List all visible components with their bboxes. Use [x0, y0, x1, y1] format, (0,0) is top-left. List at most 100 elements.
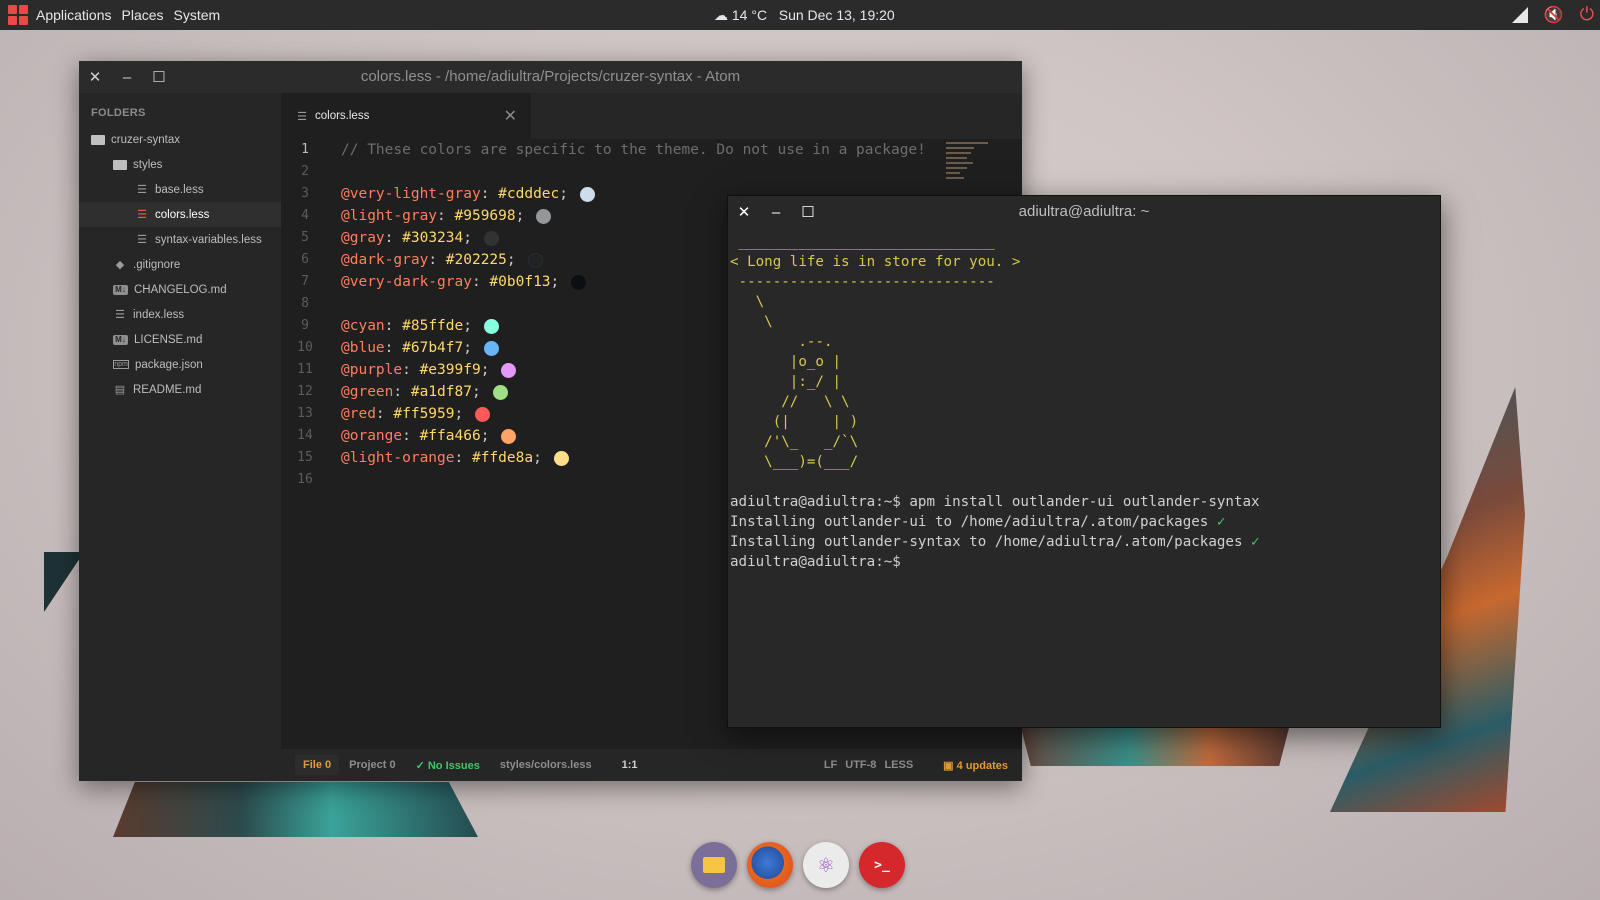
terminal-icon[interactable]: >_: [859, 842, 905, 888]
tree-item-file[interactable]: ☰ base.less: [79, 177, 281, 202]
apps-grid-icon[interactable]: [8, 5, 28, 25]
status-line-ending[interactable]: LF: [814, 759, 841, 771]
menu-places[interactable]: Places: [122, 7, 164, 23]
code-text: @very-dark-gray: #0b0f13;: [329, 271, 587, 293]
line-number: 11: [297, 362, 313, 377]
folder-icon: [91, 134, 105, 145]
status-updates[interactable]: ▣ 4 updates: [943, 759, 1008, 772]
tree-header: FOLDERS: [91, 107, 146, 119]
tree-item-file[interactable]: ☰ colors.less: [79, 202, 281, 227]
minimize-icon[interactable]: –: [111, 69, 143, 86]
line-number: 9: [301, 318, 309, 333]
tree-item-label: README.md: [133, 383, 202, 396]
color-swatch: [483, 340, 499, 356]
status-bar: File 0 Project 0 ✓ No Issues styles/colo…: [281, 749, 1022, 781]
tree-item-label: syntax-variables.less: [155, 233, 262, 246]
power-icon[interactable]: ⏻: [1580, 4, 1594, 25]
updates-label: 4 updates: [956, 759, 1008, 772]
status-linter[interactable]: ✓ No Issues: [406, 759, 490, 772]
tree-item-label: CHANGELOG.md: [134, 283, 227, 296]
line-number: 7: [301, 274, 309, 289]
line-number: 16: [297, 472, 313, 487]
atom-icon[interactable]: ⚛: [803, 842, 849, 888]
wallpaper-shape: [113, 782, 478, 837]
tree-item-file[interactable]: ◆ .gitignore: [79, 252, 281, 277]
weather-temp: 14 °C: [731, 7, 768, 23]
window-title: colors.less - /home/adiultra/Projects/cr…: [360, 68, 741, 85]
line-number: 8: [301, 296, 309, 311]
tree-item-file[interactable]: M↓ CHANGELOG.md: [79, 277, 281, 302]
color-swatch: [571, 274, 587, 290]
code-text: @light-gray: #959698;: [329, 205, 552, 227]
tree-item-folder[interactable]: cruzer-syntax: [79, 127, 281, 152]
datetime: Sun Dec 13, 19:20: [778, 7, 895, 23]
output-line: Installing outlander-ui to /home/adiultr…: [730, 514, 1217, 530]
line-number: 6: [301, 252, 309, 267]
status-cursor[interactable]: 1:1: [612, 759, 648, 771]
status-path[interactable]: styles/colors.less: [490, 759, 602, 771]
code-line: 2: [281, 161, 1022, 183]
maximize-icon[interactable]: ☐: [143, 68, 175, 86]
code-text: @dark-gray: #202225;: [329, 249, 543, 271]
code-line: 1 // These colors are specific to the the…: [281, 139, 1022, 161]
clock[interactable]: ☁ 14 °C Sun Dec 13, 19:20: [714, 7, 895, 24]
check-icon: ✓: [1251, 534, 1260, 550]
color-swatch: [501, 362, 517, 378]
line-number: 5: [301, 230, 309, 245]
code-text: @purple: #e399f9;: [329, 359, 517, 381]
dock: ⚛ >_: [691, 842, 905, 888]
weather-icon: ☁: [714, 7, 728, 23]
tree-view: FOLDERS cruzer-syntax styles ☰ base.less…: [79, 93, 281, 781]
minimap[interactable]: [946, 139, 1016, 189]
menu-system[interactable]: System: [174, 7, 221, 23]
volume-muted-icon[interactable]: 🔇: [1544, 5, 1564, 25]
tree-item-file[interactable]: ☰ syntax-variables.less: [79, 227, 281, 252]
color-swatch: [492, 384, 508, 400]
tree-item-file[interactable]: ☰ index.less: [79, 302, 281, 327]
close-icon[interactable]: ✕: [79, 68, 111, 86]
code-text: @gray: #303234;: [329, 227, 499, 249]
color-swatch: [580, 186, 595, 202]
less-file-icon: ☰: [137, 209, 147, 221]
git-icon: ◆: [115, 259, 125, 271]
less-file-icon: ☰: [115, 309, 125, 321]
tab-bar: ☰ colors.less ✕: [281, 93, 1022, 139]
files-icon[interactable]: [691, 842, 737, 888]
fortune-text: < Long life is in store for you. >: [730, 254, 1021, 270]
tab-label: colors.less: [315, 110, 370, 122]
terminal-titlebar[interactable]: ✕ – ☐ adiultra@adiultra: ~: [728, 196, 1440, 228]
terminal-output[interactable]: ______________________________ < Long li…: [728, 228, 1440, 576]
top-panel: Applications Places System ☁ 14 °C Sun D…: [0, 0, 1600, 30]
code-text: @cyan: #85ffde;: [329, 315, 499, 337]
status-grammar[interactable]: LESS: [880, 759, 943, 771]
tree-item-file[interactable]: M↓ LICENSE.md: [79, 327, 281, 352]
status-encoding[interactable]: UTF-8: [841, 759, 880, 771]
fortune-bottom: ------------------------------: [730, 274, 995, 290]
status-project-count[interactable]: Project 0: [339, 759, 405, 771]
menu-applications[interactable]: Applications: [36, 7, 112, 23]
firefox-icon[interactable]: [747, 842, 793, 888]
line-number: 3: [301, 186, 309, 201]
code-text: @green: #a1df87;: [329, 381, 508, 403]
terminal-title: adiultra@adiultra: ~: [1018, 203, 1150, 220]
tree-item-file[interactable]: npm package.json: [79, 352, 281, 377]
tree-item-label: base.less: [155, 183, 204, 196]
signal-icon[interactable]: [1511, 6, 1528, 23]
color-swatch: [501, 428, 517, 444]
check-icon: ✓: [1216, 514, 1226, 530]
code-text: @blue: #67b4f7;: [329, 337, 499, 359]
prompt: adiultra@adiultra:~$: [730, 554, 901, 570]
color-swatch: [536, 208, 552, 224]
close-tab-icon[interactable]: ✕: [504, 106, 517, 126]
tree-item-label: package.json: [135, 358, 203, 371]
line-number: 4: [301, 208, 309, 223]
tab-colors-less[interactable]: ☰ colors.less ✕: [281, 93, 531, 139]
atom-titlebar[interactable]: ✕ – ☐ colors.less - /home/adiultra/Proje…: [79, 61, 1022, 93]
tree-item-file[interactable]: ▤ README.md: [79, 377, 281, 402]
terminal-window: ✕ – ☐ adiultra@adiultra: ~ _____________…: [727, 195, 1441, 728]
code-text: @red: #ff5959;: [329, 403, 491, 425]
fortune-top: ______________________________: [730, 234, 995, 250]
tree-item-folder[interactable]: styles: [79, 152, 281, 177]
less-file-icon: ☰: [297, 110, 307, 123]
status-file-count[interactable]: File 0: [295, 755, 340, 775]
